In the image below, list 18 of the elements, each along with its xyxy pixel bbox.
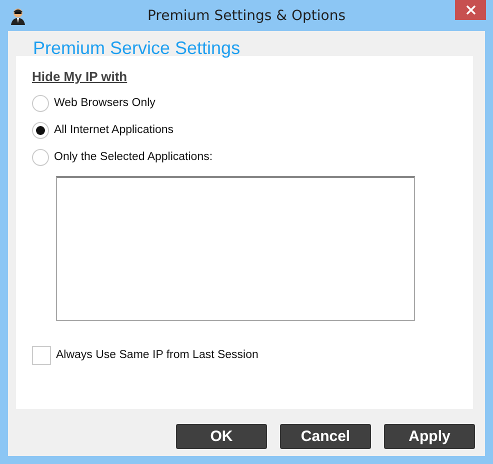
option-label[interactable]: All Internet Applications [54, 124, 174, 136]
dialog-button[interactable]: Apply [384, 424, 475, 449]
group-label: Hide My IP with [32, 69, 128, 84]
close-button[interactable] [455, 0, 486, 20]
agent-icon [10, 6, 26, 24]
option-label[interactable]: Only the Selected Applications: [54, 151, 213, 163]
close-icon [466, 5, 476, 15]
checkbox-label[interactable]: Always Use Same IP from Last Session [56, 349, 258, 361]
applications-list[interactable] [56, 176, 415, 321]
option-label[interactable]: Web Browsers Only [54, 97, 156, 109]
radio-button[interactable] [32, 122, 49, 138]
section-heading: Premium Service Settings [33, 38, 240, 59]
window-title: Premium Settings & Options [147, 8, 346, 24]
checkbox[interactable] [32, 346, 51, 364]
dialog-button[interactable]: OK [176, 424, 267, 449]
radio-button[interactable] [32, 94, 49, 112]
radio-button[interactable] [32, 148, 49, 166]
dialog-button[interactable]: Cancel [280, 424, 371, 449]
